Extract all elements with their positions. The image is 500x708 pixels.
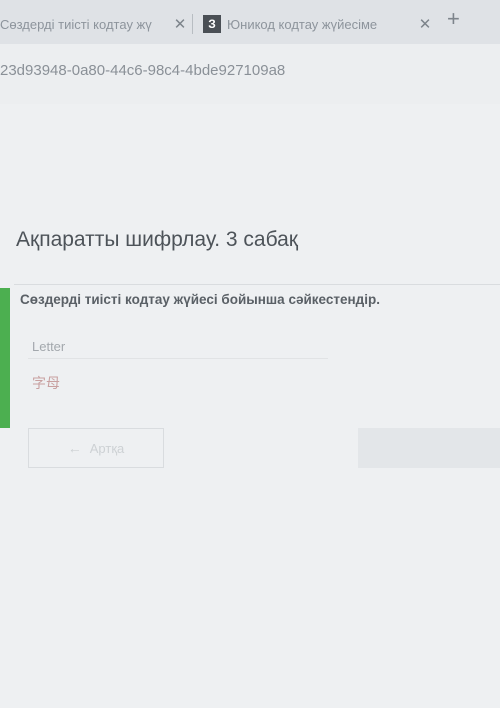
url-text[interactable]: 23d93948-0a80-44c6-98c4-4bde927109a8 bbox=[0, 62, 285, 79]
word-label: Letter bbox=[32, 339, 66, 354]
question-text: Сөздерді тиісті кодтау жүйесі бойынша сә… bbox=[20, 292, 380, 307]
tab-1-label: Сөздерді тиісті кодтау жү bbox=[0, 16, 152, 32]
back-button[interactable]: ← Артқа bbox=[28, 428, 164, 468]
next-button[interactable] bbox=[358, 428, 500, 468]
page-title: Ақпаратты шифрлау. 3 сабақ bbox=[16, 228, 298, 251]
address-bar[interactable]: 23d93948-0a80-44c6-98c4-4bde927109a8 bbox=[0, 44, 500, 104]
close-icon[interactable]: ✕ bbox=[415, 15, 435, 33]
divider bbox=[14, 284, 500, 285]
page-content bbox=[0, 104, 500, 708]
browser-tab-1[interactable]: Сөздерді тиісті кодтау жү ✕ bbox=[0, 8, 190, 40]
divider bbox=[28, 358, 328, 359]
word-value[interactable]: 字母 bbox=[32, 373, 60, 393]
accent-bar bbox=[0, 288, 10, 428]
close-icon[interactable]: ✕ bbox=[170, 15, 190, 33]
back-button-label: Артқа bbox=[89, 440, 125, 456]
tab-separator bbox=[192, 14, 193, 34]
browser-tab-strip: Сөздерді тиісті кодтау жү ✕ З Юникод код… bbox=[0, 0, 500, 44]
new-tab-icon[interactable]: + bbox=[447, 6, 460, 32]
tab-2-label: Юникод кодтау жүйесіме bbox=[227, 16, 378, 32]
site-favicon-icon: З bbox=[203, 15, 221, 33]
arrow-left-icon: ← bbox=[67, 440, 82, 456]
browser-tab-2[interactable]: З Юникод кодтау жүйесіме ✕ bbox=[195, 8, 435, 40]
